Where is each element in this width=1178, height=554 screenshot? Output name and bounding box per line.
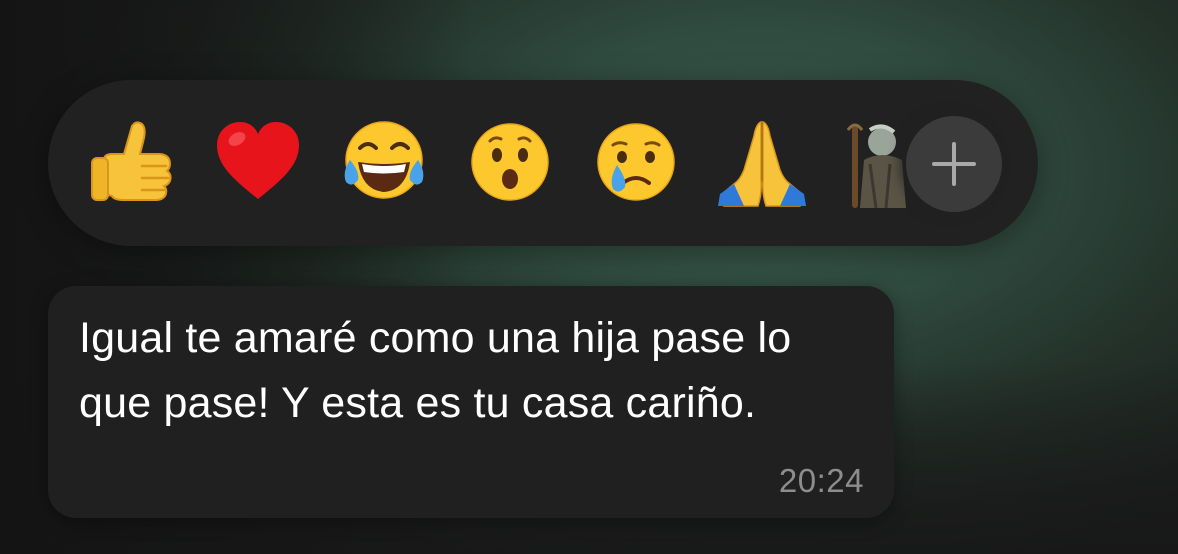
message-text: Igual te amaré como una hija pase lo que… — [79, 314, 792, 427]
message-bubble[interactable]: Igual te amaré como una hija pase lo que… — [48, 286, 894, 518]
reaction-red-heart[interactable] — [208, 112, 308, 212]
reaction-tears-of-joy[interactable] — [334, 112, 434, 212]
reaction-folded-hands[interactable] — [712, 112, 812, 212]
reaction-crying-face[interactable] — [586, 112, 686, 212]
crying-face-icon — [597, 123, 675, 201]
add-reaction-button[interactable] — [906, 116, 1002, 212]
red-heart-icon — [217, 122, 299, 199]
tears-of-joy-icon — [344, 121, 424, 199]
folded-hands-icon — [718, 120, 806, 207]
plus-icon — [932, 142, 976, 186]
reaction-thumbs-up[interactable] — [82, 112, 182, 212]
thumbs-up-icon — [91, 121, 172, 201]
message-timestamp: 20:24 — [778, 462, 864, 499]
surprised-face-icon — [471, 123, 549, 201]
reaction-surprised-face[interactable] — [460, 112, 560, 212]
